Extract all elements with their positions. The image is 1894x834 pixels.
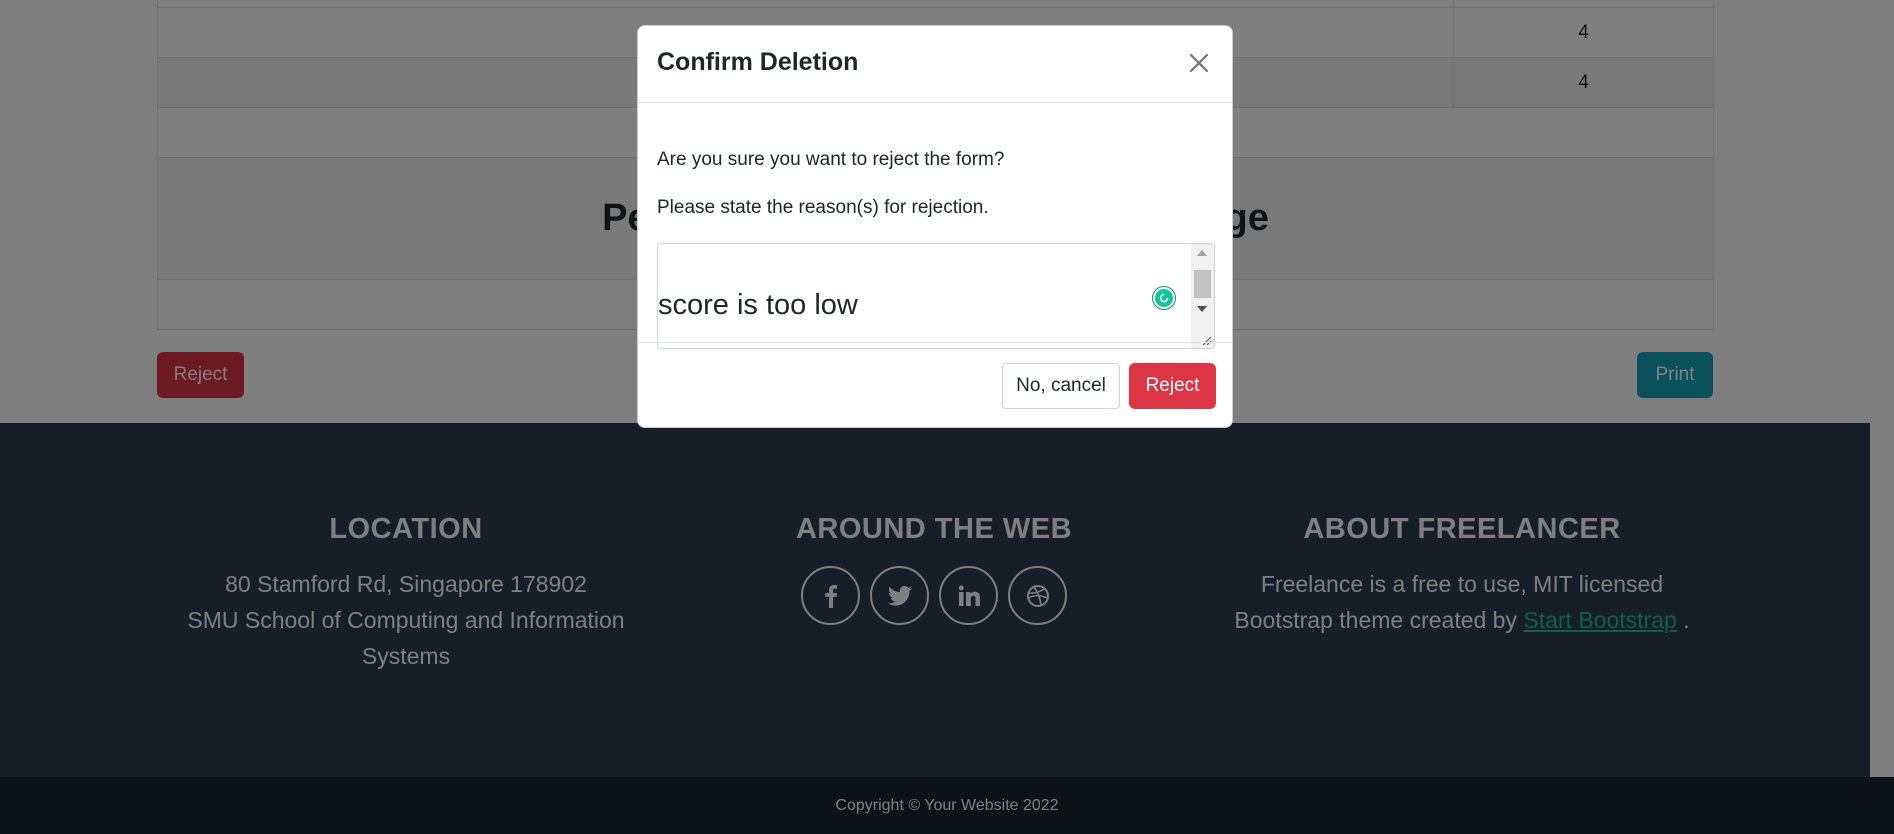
modal-question: Are you sure you want to reject the form… — [657, 149, 1005, 170]
modal-footer: No, cancel Reject — [638, 342, 1232, 427]
cancel-button[interactable]: No, cancel — [1002, 363, 1120, 409]
scroll-down-icon[interactable] — [1197, 306, 1207, 312]
scroll-up-icon[interactable] — [1197, 250, 1207, 256]
reason-prompt: Please state the reason(s) for rejection… — [657, 197, 989, 218]
confirm-deletion-modal: Confirm Deletion Are you sure you want t… — [637, 25, 1233, 428]
close-icon — [1189, 53, 1209, 73]
grammar-assistant-icon[interactable] — [1153, 287, 1175, 309]
reject-button[interactable]: Reject — [1129, 363, 1216, 409]
close-button[interactable] — [1184, 48, 1214, 78]
scrollbar-thumb[interactable] — [1194, 270, 1211, 298]
reason-textarea-wrapper: score is too low — [657, 243, 1215, 349]
textarea-scrollbar[interactable] — [1191, 244, 1214, 348]
modal-header: Confirm Deletion — [638, 26, 1232, 103]
reason-textarea[interactable]: score is too low — [658, 244, 1191, 348]
modal-title: Confirm Deletion — [657, 48, 859, 76]
